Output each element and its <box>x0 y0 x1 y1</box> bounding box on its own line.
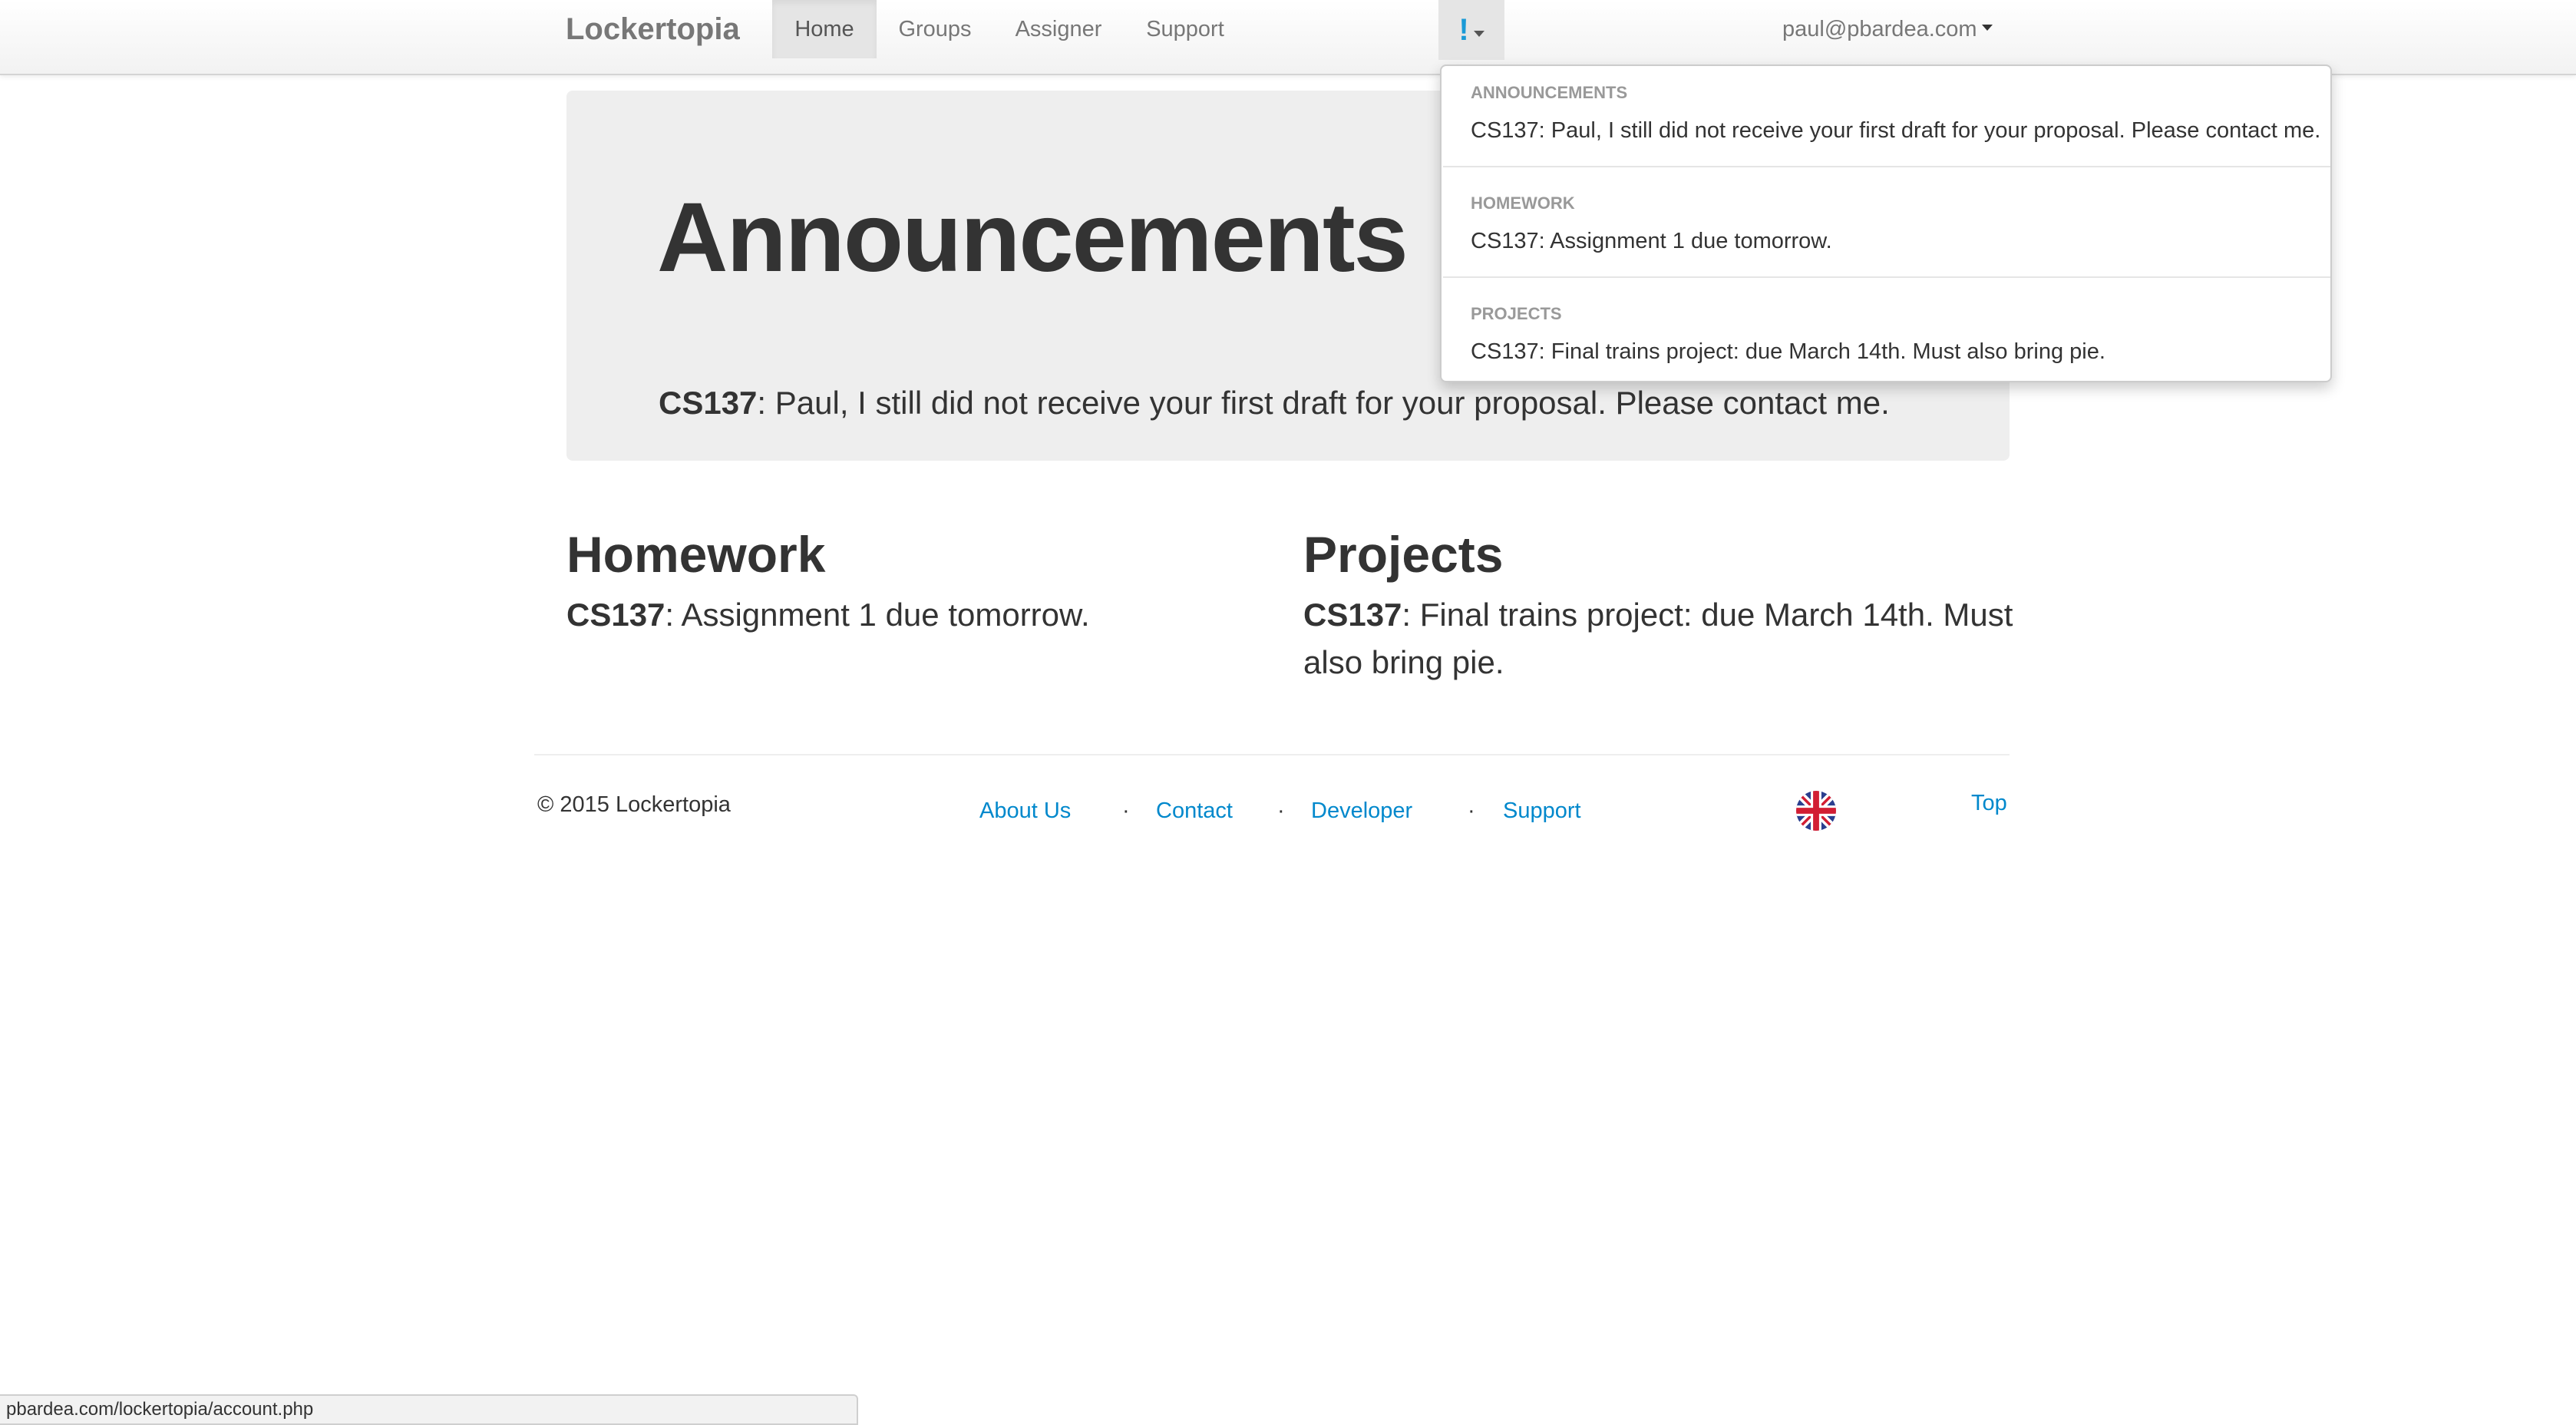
browser-status-bar: pbardea.com/lockertopia/account.php <box>0 1394 858 1425</box>
back-to-top-link[interactable]: Top <box>1971 789 2007 817</box>
projects-item: CS137: Final trains project: due March 1… <box>1303 591 2017 686</box>
notifications-dropdown: ANNOUNCEMENTS CS137: Paul, I still did n… <box>1440 64 2332 382</box>
footer-link-contact[interactable]: Contact <box>1156 797 1233 825</box>
dropdown-header-homework: HOMEWORK <box>1471 193 1575 213</box>
nav-assigner[interactable]: Assigner <box>1002 0 1115 58</box>
homework-section: Homework CS137: Assignment 1 due tomorro… <box>566 524 1288 639</box>
nav-groups[interactable]: Groups <box>887 0 983 58</box>
projects-course: CS137 <box>1303 597 1402 633</box>
chevron-down-icon <box>1473 30 1485 37</box>
chevron-down-icon <box>1981 25 1993 31</box>
brand-logo[interactable]: Lockertopia <box>566 14 740 45</box>
announcements-title: Announcements <box>657 183 1409 293</box>
notifications-toggle[interactable]: ! <box>1438 0 1504 60</box>
footer-link-developer[interactable]: Developer <box>1311 797 1412 825</box>
announcement-text: CS137: Paul, I still did not receive you… <box>659 384 1890 422</box>
homework-message: : Assignment 1 due tomorrow. <box>665 597 1090 633</box>
homework-title: Homework <box>566 526 826 583</box>
footer-divider <box>534 754 2010 755</box>
footer-separator: · <box>1122 798 1130 823</box>
dropdown-header-announcements: ANNOUNCEMENTS <box>1471 83 1628 102</box>
nav-support[interactable]: Support <box>1134 0 1236 58</box>
projects-section: Projects CS137: Final trains project: du… <box>1303 524 2017 686</box>
dropdown-item-project[interactable]: CS137: Final trains project: due March 1… <box>1471 338 2105 365</box>
user-email: paul@pbardea.com <box>1782 17 1977 41</box>
footer-separator: · <box>1277 798 1285 823</box>
user-menu[interactable]: paul@pbardea.com <box>1782 0 1993 58</box>
uk-flag-icon[interactable] <box>1796 791 1836 831</box>
alert-icon: ! <box>1458 13 1469 47</box>
projects-title: Projects <box>1303 526 1504 583</box>
footer-separator: · <box>1468 798 1475 823</box>
nav-home[interactable]: Home <box>772 0 877 58</box>
announcement-message: : Paul, I still did not receive your fir… <box>757 385 1890 421</box>
dropdown-item-announcement[interactable]: CS137: Paul, I still did not receive you… <box>1471 117 2320 144</box>
dropdown-item-homework[interactable]: CS137: Assignment 1 due tomorrow. <box>1471 227 1832 255</box>
homework-course: CS137 <box>566 597 665 633</box>
footer-link-support[interactable]: Support <box>1503 797 1581 825</box>
footer-link-about-us[interactable]: About Us <box>979 797 1071 825</box>
footer-copyright: © 2015 Lockertopia <box>537 792 731 817</box>
announcement-course: CS137 <box>659 385 758 421</box>
dropdown-divider <box>1443 166 2330 167</box>
dropdown-divider <box>1443 276 2330 278</box>
projects-message: : Final trains project: due March 14th. … <box>1303 597 2013 680</box>
homework-item: CS137: Assignment 1 due tomorrow. <box>566 591 1288 639</box>
dropdown-header-projects: PROJECTS <box>1471 304 1562 323</box>
